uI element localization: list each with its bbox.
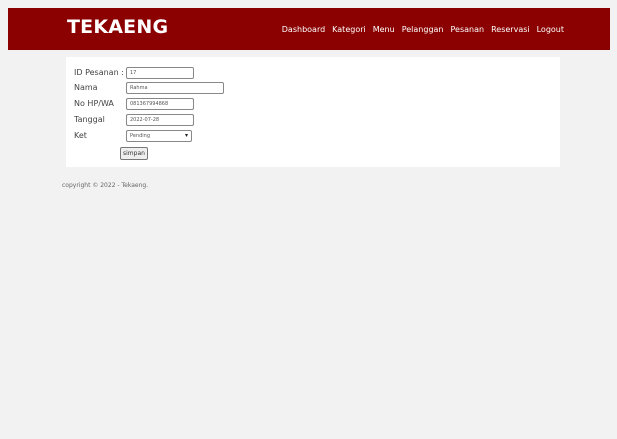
ket-select[interactable]: Pending ▾ bbox=[126, 129, 192, 142]
tanggal-field[interactable]: 2022-07-28 bbox=[126, 113, 194, 126]
no-hp-field[interactable]: 081367994868 bbox=[126, 97, 194, 110]
brand-logo[interactable]: TEKAENG bbox=[67, 16, 168, 38]
id-pesanan-label: ID Pesanan : bbox=[74, 68, 124, 77]
ket-label: Ket bbox=[74, 131, 87, 140]
nav-reservasi[interactable]: Reservasi bbox=[491, 25, 530, 34]
id-pesanan-row: ID Pesanan : 17 bbox=[74, 66, 194, 79]
simpan-button[interactable]: simpan bbox=[120, 147, 148, 160]
ket-row: Ket Pending ▾ bbox=[74, 129, 192, 142]
nav-pesanan[interactable]: Pesanan bbox=[451, 25, 485, 34]
top-navbar: TEKAENG Dashboard Kategori Menu Pelangga… bbox=[8, 8, 610, 50]
tanggal-label: Tanggal bbox=[74, 115, 105, 124]
main-nav: Dashboard Kategori Menu Pelanggan Pesana… bbox=[282, 25, 564, 34]
nav-pelanggan[interactable]: Pelanggan bbox=[402, 25, 444, 34]
no-hp-row: No HP/WA 081367994868 bbox=[74, 97, 194, 110]
id-pesanan-field[interactable]: 17 bbox=[126, 66, 194, 79]
nav-logout[interactable]: Logout bbox=[537, 25, 564, 34]
nama-field[interactable]: Rahma bbox=[126, 81, 224, 94]
chevron-down-icon: ▾ bbox=[184, 132, 188, 139]
nav-dashboard[interactable]: Dashboard bbox=[282, 25, 325, 34]
nama-row: Nama Rahma bbox=[74, 81, 224, 94]
nav-menu[interactable]: Menu bbox=[373, 25, 395, 34]
order-form-card: ID Pesanan : 17 Nama Rahma No HP/WA 0813… bbox=[66, 57, 560, 167]
nama-label: Nama bbox=[74, 83, 98, 92]
ket-selected-value: Pending bbox=[130, 132, 150, 139]
no-hp-label: No HP/WA bbox=[74, 99, 114, 108]
tanggal-row: Tanggal 2022-07-28 bbox=[74, 113, 194, 126]
nav-kategori[interactable]: Kategori bbox=[332, 25, 366, 34]
footer-copyright: copyright © 2022 - Tekaeng. bbox=[62, 182, 149, 189]
